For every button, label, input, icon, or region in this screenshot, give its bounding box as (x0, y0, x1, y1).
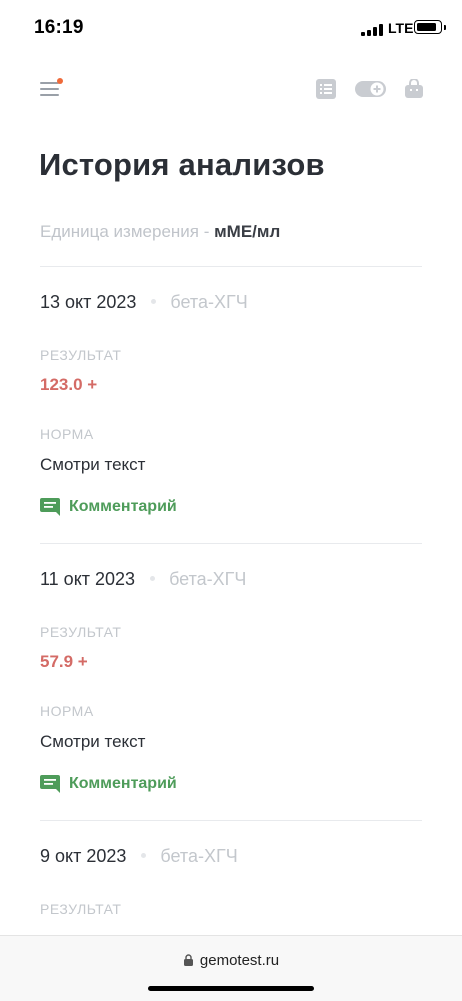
menu-button[interactable] (40, 78, 63, 98)
status-time: 16:19 (34, 17, 84, 38)
comment-icon (40, 775, 60, 793)
record-date: 9 окт 2023 (40, 846, 127, 866)
url-text: gemotest.ru (199, 952, 280, 969)
lock-icon (183, 954, 193, 966)
list-icon[interactable] (316, 79, 336, 99)
comment-label: Комментарий (69, 498, 177, 515)
unit-row: Единица измерения - мМЕ/мл (40, 222, 280, 242)
separator-dot (151, 299, 157, 305)
network-label: LTE (388, 20, 414, 36)
record-test-name: бета-ХГЧ (160, 846, 238, 866)
record-header: 13 окт 2023 бета-ХГЧ (40, 292, 248, 316)
record-date: 11 окт 2023 (40, 569, 136, 589)
norm-label: НОРМА (40, 426, 94, 442)
comment-button[interactable]: Комментарий (40, 773, 177, 795)
battery-icon (414, 20, 442, 34)
result-label: РЕЗУЛЬТАТ (40, 347, 122, 363)
result-label: РЕЗУЛЬТАТ (40, 624, 122, 640)
separator-dot (150, 576, 156, 582)
result-label: РЕЗУЛЬТАТ (40, 901, 122, 917)
browser-bottom-bar: gemotest.ru (0, 935, 462, 1001)
result-value: 123.0 + (40, 375, 98, 394)
divider (40, 266, 422, 267)
record-header: 9 окт 2023 бета-ХГЧ (40, 846, 238, 870)
record-test-name: бета-ХГЧ (170, 292, 248, 312)
notification-dot (57, 78, 63, 84)
record-date: 13 окт 2023 (40, 292, 137, 312)
norm-label: НОРМА (40, 703, 94, 719)
unit-value: мМЕ/мл (214, 222, 281, 241)
divider (40, 543, 422, 544)
record-test-name: бета-ХГЧ (169, 569, 247, 589)
comment-icon (40, 498, 60, 516)
url-bar[interactable]: gemotest.ru (0, 952, 462, 969)
divider (40, 820, 422, 821)
result-value: 57.9 + (40, 652, 88, 671)
norm-value: Смотри текст (40, 732, 146, 751)
bag-icon[interactable] (404, 79, 424, 99)
record-header: 11 окт 2023 бета-ХГЧ (40, 569, 246, 593)
unit-label: Единица измерения - (40, 222, 210, 241)
home-indicator[interactable] (148, 986, 314, 991)
comment-label: Комментарий (69, 775, 177, 792)
signal-icon (361, 24, 383, 36)
status-bar: 16:19 LTE (0, 0, 462, 56)
toggle-icon[interactable] (355, 79, 386, 99)
norm-value: Смотри текст (40, 455, 146, 474)
comment-button[interactable]: Комментарий (40, 496, 177, 518)
battery-cap (444, 25, 446, 30)
separator-dot (141, 853, 147, 859)
page-title: История анализов (39, 147, 325, 182)
